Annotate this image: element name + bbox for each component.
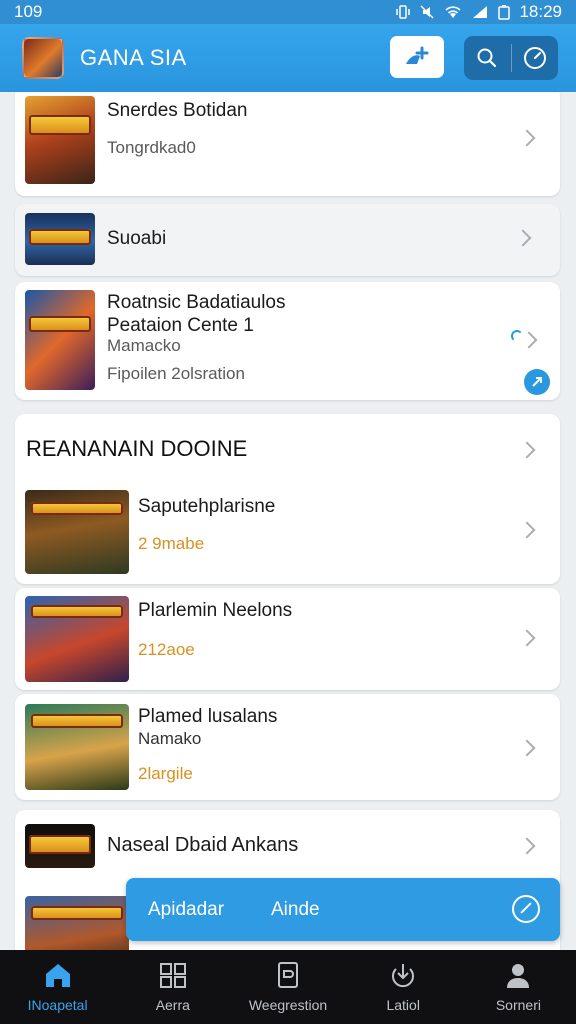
list-item[interactable]: Plamed lusalans Namako 2largile [15,694,560,800]
person-icon [507,964,530,988]
game-thumbnail [25,704,129,790]
snackbar-label: Apidadar [148,899,225,920]
item-subtitle: Namako [138,729,202,748]
game-thumbnail [25,213,95,265]
snackbar: Apidadar Ainde [126,878,560,941]
snackbar-action-button[interactable]: Ainde [271,899,320,921]
add-person-icon [406,46,429,64]
expand-button[interactable] [524,369,550,395]
dismiss-icon[interactable] [512,895,540,923]
nav-label: Weegrestion [248,997,328,1013]
game-thumbnail [25,290,95,390]
item-title: Plamed lusalans [138,706,278,727]
home-icon [45,964,70,987]
search-button[interactable] [464,36,511,80]
game-list: Snerdes Botidan Tongrdkad0 Suoabi Roatns… [0,92,576,950]
toolbar-actions [464,36,558,80]
section-card: REANANAIN DOOINE Saputehplarisne 2 9mabe [15,414,560,584]
game-thumbnail [25,824,95,868]
chevron-right-icon [518,837,536,855]
list-item[interactable]: Plarlemin Neelons 212aoe [15,588,560,690]
status-time-right: 18:29 [519,2,562,21]
game-thumbnail [25,896,129,950]
app-title: GANA SIA [80,45,187,70]
nav-label: Latiol [386,997,420,1013]
wifi-icon [445,6,462,18]
nav-item-weegrestion[interactable]: Weegrestion [230,950,345,1024]
item-subtitle: Mamacko [107,336,181,355]
item-meta: 212aoe [138,640,195,659]
item-title: Suoabi [107,228,167,249]
item-meta: 2 9mabe [138,534,205,553]
nav-item-latiol[interactable]: Latiol [346,950,461,1024]
chevron-right-icon [514,229,532,247]
expand-icon [532,377,542,387]
nav-item-home[interactable]: INoapetal [0,950,115,1024]
nav-item-sorneri[interactable]: Sorneri [461,950,576,1024]
item-detail: Fipoilen 2olsration [107,364,245,383]
nav-label: INoapetal [27,997,88,1013]
item-meta: 2largile [138,764,193,783]
search-icon [477,48,497,68]
signal-icon [473,6,488,18]
add-button[interactable] [390,36,444,78]
section-title: REANANAIN DOOINE [26,436,248,461]
chevron-right-icon [518,129,536,147]
item-title: Naseal Dbaid Ankans [107,834,299,856]
nav-item-aerra[interactable]: Aerra [115,950,230,1024]
game-thumbnail [25,490,129,574]
vibrate-icon [396,5,411,19]
item-title-secondary: Peataion Cente 1 [107,315,254,336]
status-time-left: 109 [14,2,43,21]
chevron-right-icon [518,629,536,647]
item-title: Snerdes Botidan [107,100,248,121]
history-button[interactable] [512,36,559,80]
item-subtitle: Tongrdkad0 [107,138,196,157]
chevron-right-icon[interactable] [518,441,536,459]
item-title: Plarlemin Neelons [138,600,293,621]
page-icon [278,962,298,988]
list-item[interactable]: Suoabi [15,204,560,276]
nav-label: Sorneri [495,997,541,1013]
download-icon [392,964,415,988]
game-thumbnail [25,596,129,682]
item-title: Roatnsic Badatiaulos [107,292,286,313]
bottom-nav: INoapetal Aerra Weegrestion Latiol Sorne… [0,950,576,1024]
chevron-right-icon [520,331,538,349]
status-bar: 109 18:29 [0,0,576,24]
battery-icon [498,5,511,20]
clock-icon [523,47,546,69]
grid-icon [159,963,186,988]
chevron-right-icon [518,739,536,757]
mute-icon [420,5,434,19]
list-item[interactable]: Snerdes Botidan Tongrdkad0 [15,92,560,196]
app-bar: GANA SIA [0,24,576,92]
item-title: Saputehplarisne [138,496,276,517]
nav-label: Aerra [155,997,190,1013]
game-thumbnail [25,96,95,184]
app-logo[interactable] [22,37,64,79]
chevron-right-icon[interactable] [518,521,536,539]
list-item[interactable]: Roatnsic Badatiaulos Peataion Cente 1 Ma… [15,282,560,400]
